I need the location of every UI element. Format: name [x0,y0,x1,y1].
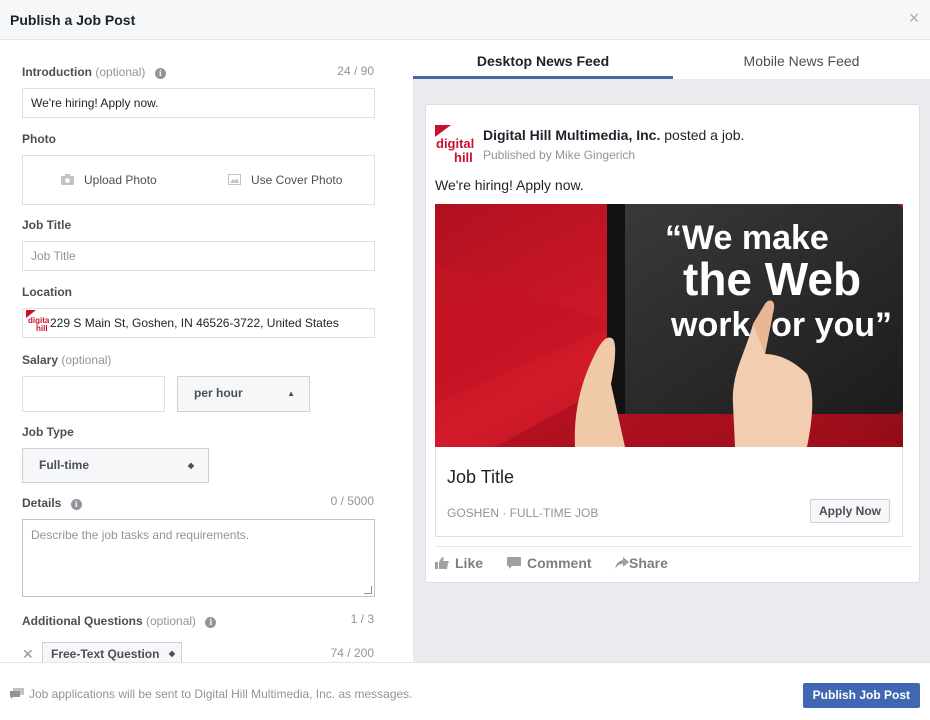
comment-button[interactable]: Comment [507,555,592,571]
tab-desktop-news-feed[interactable]: Desktop News Feed [413,40,673,79]
footer-message: Job applications will be sent to Digital… [10,687,413,701]
hero-text-line1: “We make [665,219,829,257]
location-logo-icon: digitalhill [26,310,52,334]
location-input[interactable]: digital hill 229 S Main St, Goshen, IN 465… [22,308,375,338]
post-header: Digital Hill Multimedia, Inc. posted a j… [483,127,744,143]
salary-label: Salary (optional) [22,353,111,367]
post-intro-text: We're hiring! Apply now. [435,177,584,193]
preview-panel: Desktop News Feed Mobile News Feed digit… [413,40,930,662]
camera-icon [61,174,74,185]
select-arrow-icon: ◆ [187,461,194,470]
additional-questions-count: 1 / 3 [350,612,374,626]
close-icon[interactable]: × [906,9,922,27]
share-button[interactable]: Share [615,555,668,571]
salary-period-value: per hour [194,386,243,400]
question-type-value: Free-Text Question [51,647,160,661]
job-form-panel: Introduction (optional) i 24 / 90 We're … [0,40,413,662]
posted-text: posted a job. [664,127,745,143]
job-attachment[interactable]: Job Title GOSHEN · FULL-TIME JOB Apply N… [435,447,903,537]
job-title-input[interactable]: Job Title [22,241,375,271]
introduction-label-text: Introduction [22,65,92,79]
publish-job-post-button[interactable]: Publish Job Post [802,683,920,708]
location-value: 229 S Main St, Goshen, IN 46526-3722, Un… [50,316,339,330]
job-post-preview-card: digital hill Digital Hill Multimedia, In… [425,104,920,583]
info-icon[interactable]: i [205,617,217,628]
photo-label: Photo [22,132,56,146]
job-title-label: Job Title [22,218,72,232]
share-icon [615,557,629,569]
salary-input[interactable] [22,376,165,412]
info-icon[interactable]: i [70,499,82,510]
salary-optional: (optional) [61,353,112,367]
job-type-value: Full-time [39,458,89,472]
comment-icon [507,557,521,569]
additional-questions-optional: (optional) [146,614,197,628]
published-by: Published by Mike Gingerich [483,148,636,162]
select-arrow-icon: ◆ [168,649,175,658]
image-icon [228,174,241,185]
like-label: Like [455,555,484,571]
preview-job-meta: GOSHEN · FULL-TIME JOB [447,506,599,520]
svg-text:hill: hill [36,324,48,333]
logo-text-top: digital [436,136,474,151]
additional-questions-label-text: Additional Questions [22,614,143,628]
thumbs-up-icon [435,557,449,569]
dialog-footer: Job applications will be sent to Digital… [0,662,930,720]
details-textarea[interactable]: Describe the job tasks and requirements. [22,519,375,597]
select-arrow-icon: ▲ [287,389,295,398]
hero-text-line3: work for you” [670,306,892,344]
upload-photo-button[interactable]: Upload Photo [61,173,157,187]
job-post-photo: “We make the Web work for you” [435,204,903,447]
logo-text-bottom: hill [454,150,473,165]
share-label: Share [629,555,668,571]
introduction-optional: (optional) [95,65,146,79]
introduction-label: Introduction (optional) i [22,65,166,79]
footer-message-text: Job applications will be sent to Digital… [29,687,413,701]
photo-picker: Upload Photo Use Cover Photo [22,155,375,205]
question-type-select[interactable]: Free-Text Question ◆ [42,642,182,662]
preview-tabs: Desktop News Feed Mobile News Feed [413,40,930,79]
details-label: Details i [22,496,82,510]
salary-period-select[interactable]: per hour ▲ [177,376,310,412]
use-cover-photo-label: Use Cover Photo [251,173,343,187]
dialog-header: Publish a Job Post × [0,0,930,40]
remove-question-icon[interactable]: ✕ [22,646,34,662]
tab-mobile-news-feed[interactable]: Mobile News Feed [673,40,930,79]
post-actions: Like Comment Share [435,546,911,582]
details-label-text: Details [22,496,62,510]
info-icon[interactable]: i [154,68,166,79]
resize-grip-icon[interactable] [364,586,372,594]
comment-label: Comment [527,555,592,571]
page-name-link[interactable]: Digital Hill Multimedia, Inc. [483,127,660,143]
dialog-title: Publish a Job Post [10,12,136,28]
use-cover-photo-button[interactable]: Use Cover Photo [228,173,342,187]
question-char-count: 74 / 200 [330,646,374,660]
page-logo: digital hill [435,125,476,166]
like-button[interactable]: Like [435,555,483,571]
salary-label-text: Salary [22,353,59,367]
introduction-input[interactable]: We're hiring! Apply now. [22,88,375,118]
location-label: Location [22,285,72,299]
apply-now-button[interactable]: Apply Now [810,499,890,523]
details-char-count: 0 / 5000 [330,494,374,508]
details-placeholder: Describe the job tasks and requirements. [31,528,250,542]
hero-text-line2: the Web [683,253,861,305]
job-type-label: Job Type [22,425,74,439]
introduction-char-count: 24 / 90 [337,64,374,78]
messages-icon [10,688,24,699]
additional-questions-label: Additional Questions (optional) i [22,614,217,628]
preview-job-title: Job Title [447,467,515,487]
job-type-select[interactable]: Full-time ◆ [22,448,209,483]
upload-photo-label: Upload Photo [84,173,157,187]
